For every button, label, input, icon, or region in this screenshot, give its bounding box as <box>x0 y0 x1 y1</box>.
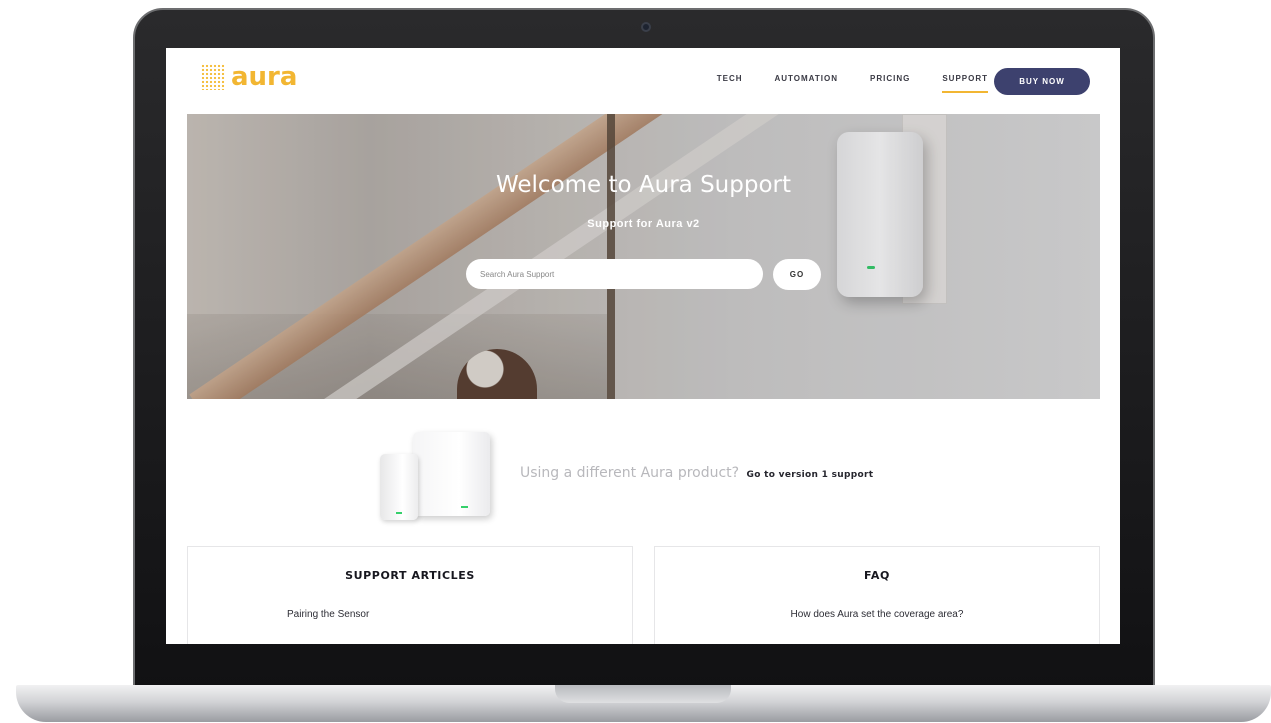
hero-overlay <box>187 114 1100 399</box>
product-switch-row: Using a different Aura product? Go to ve… <box>166 418 1120 528</box>
go-button[interactable]: GO <box>773 259 821 290</box>
aura-v1-product-image <box>380 432 492 520</box>
nav-pricing[interactable]: PRICING <box>870 74 910 91</box>
webcam <box>641 22 651 32</box>
faq-link[interactable]: How does Aura set the coverage area? <box>655 609 1099 620</box>
faq-card: FAQ How does Aura set the coverage area? <box>654 546 1100 644</box>
nav-support[interactable]: SUPPORT <box>942 74 988 93</box>
hero-subtitle: Support for Aura v2 <box>587 218 700 230</box>
support-articles-card: SUPPORT ARTICLES Pairing the Sensor <box>187 546 633 644</box>
main-nav: TECH AUTOMATION PRICING SUPPORT <box>685 74 988 93</box>
logo-text: aura <box>231 62 298 92</box>
hero-title: Welcome to Aura Support <box>495 172 791 198</box>
article-link[interactable]: Pairing the Sensor <box>287 609 369 620</box>
hero-banner: Welcome to Aura Support Support for Aura… <box>187 114 1100 399</box>
product-base-unit <box>413 432 490 516</box>
support-articles-title: SUPPORT ARTICLES <box>345 569 475 582</box>
product-switch-prompt: Using a different Aura product? <box>520 465 740 481</box>
faq-title: FAQ <box>864 569 890 582</box>
version-1-support-link[interactable]: Go to version 1 support <box>747 470 874 480</box>
product-sensor-unit <box>380 454 418 520</box>
aura-logo[interactable]: aura <box>201 62 297 92</box>
buy-now-button[interactable]: BUY NOW <box>994 68 1090 95</box>
browser-viewport: aura TECH AUTOMATION PRICING SUPPORT BUY… <box>166 48 1120 644</box>
site-header: aura TECH AUTOMATION PRICING SUPPORT BUY… <box>166 48 1120 114</box>
nav-tech[interactable]: TECH <box>717 74 743 91</box>
product-switch-text: Using a different Aura product? Go to ve… <box>520 465 873 481</box>
laptop-notch <box>555 685 731 703</box>
product-led <box>461 506 468 508</box>
product-led <box>396 512 402 514</box>
search-input[interactable] <box>466 259 763 289</box>
nav-automation[interactable]: AUTOMATION <box>775 74 838 91</box>
logo-dots-icon <box>201 64 225 90</box>
